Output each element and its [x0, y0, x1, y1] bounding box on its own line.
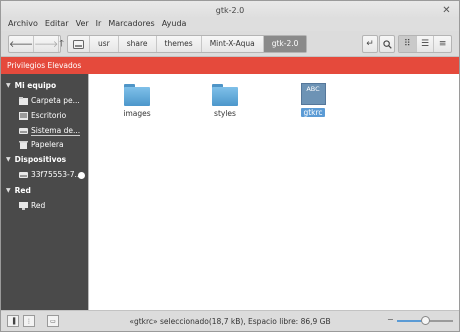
location-toggle-button[interactable]: ↵ — [362, 35, 378, 53]
file-manager-window: gtk-2.0 ✕ Archivo Editar Ver Ir Marcador… — [0, 0, 460, 332]
folder-icon — [212, 84, 238, 106]
sidebar-item-red[interactable]: Red — [19, 201, 45, 210]
drive-icon — [73, 39, 84, 49]
trash-icon — [19, 140, 28, 149]
file-item-gtkrc[interactable]: ABC gtkrc — [283, 83, 343, 117]
window-title: gtk-2.0 — [215, 6, 245, 15]
expand-triangle-icon: ▼ — [6, 82, 11, 89]
breadcrumb-usr[interactable]: usr — [90, 36, 119, 52]
sidebar-item-label: Sistema de... — [31, 126, 81, 136]
elevated-privileges-banner: Privilegios Elevados — [1, 57, 459, 74]
text-document-icon: ABC — [300, 83, 326, 105]
up-arrow-icon: 🡑 — [59, 39, 64, 49]
file-item-styles[interactable]: styles — [195, 84, 255, 118]
file-view[interactable]: images styles ABC gtkrc — [88, 74, 459, 310]
breadcrumb-gtk-2[interactable]: gtk-2.0 — [263, 36, 307, 52]
sidebar-item-papelera[interactable]: Papelera — [19, 140, 64, 149]
file-item-images[interactable]: images — [107, 84, 167, 118]
toggle-location-icon: ↵ — [366, 39, 374, 49]
breadcrumb-themes[interactable]: themes — [157, 36, 202, 52]
drive-icon — [19, 171, 28, 178]
folder-icon — [124, 84, 150, 106]
drive-icon — [19, 128, 28, 134]
menu-editar[interactable]: Editar — [45, 17, 69, 31]
zoom-slider-handle[interactable] — [420, 316, 430, 325]
home-folder-icon — [19, 96, 28, 105]
back-arrow-icon: 🡐 — [9, 39, 34, 50]
forward-button[interactable]: 🡒 — [34, 36, 60, 52]
sidebar-item-sistema-de-archivos[interactable]: Sistema de... — [19, 126, 81, 136]
menu-archivo[interactable]: Archivo — [8, 17, 38, 31]
breadcrumb: usr share themes Mint-X-Aqua gtk-2.0 — [67, 35, 308, 53]
breadcrumb-root[interactable] — [68, 36, 90, 52]
menu-ayuda[interactable]: Ayuda — [162, 17, 187, 31]
forward-arrow-icon: 🡒 — [34, 39, 59, 50]
sidebar-section-dispositivos[interactable]: ▼ Dispositivos — [6, 155, 66, 164]
sidebar-section-title: Dispositivos — [14, 155, 67, 164]
sidebar-item-label: Red — [31, 201, 46, 210]
sidebar-item-device[interactable]: 33f75553-7... — [19, 170, 82, 179]
menu-marcadores[interactable]: Marcadores — [108, 17, 154, 31]
sidebar-item-label: 33f75553-7... — [31, 170, 82, 179]
breadcrumb-share[interactable]: share — [119, 36, 157, 52]
grid-icon: ⠿ — [404, 39, 411, 49]
list-view-button[interactable]: ☰ — [417, 36, 435, 52]
sidebar-section-red[interactable]: ▼ Red — [6, 186, 31, 195]
sidebar-section-title: Mi equipo — [14, 81, 57, 90]
icon-view-button[interactable]: ⠿ — [399, 36, 417, 52]
close-icon[interactable]: ✕ — [440, 4, 453, 17]
menu-ver[interactable]: Ver — [76, 17, 89, 31]
compact-view-button[interactable]: ≡ — [434, 36, 451, 52]
navigation-buttons: 🡐 🡒 🡑 — [8, 35, 64, 53]
toolbar: 🡐 🡒 🡑 usr share themes Mint-X-Aqua gtk-2… — [1, 31, 459, 57]
zoom-out-icon[interactable]: − — [387, 315, 394, 324]
sidebar-section-title: Red — [14, 186, 31, 195]
expand-triangle-icon: ▼ — [6, 187, 11, 194]
sidebar-item-label: Carpeta pe... — [31, 96, 80, 105]
network-icon — [19, 201, 28, 210]
compact-list-icon: ≡ — [438, 39, 447, 49]
up-button[interactable]: 🡑 — [59, 36, 64, 52]
view-mode-buttons: ⠿ ☰ ≡ — [398, 35, 452, 53]
file-name: images — [123, 109, 151, 118]
menu-bar: Archivo Editar Ver Ir Marcadores Ayuda — [1, 17, 459, 31]
sidebar-item-label: Papelera — [31, 140, 64, 149]
document-icon-label: ABC — [306, 85, 320, 93]
desktop-icon — [19, 111, 28, 120]
file-name: styles — [214, 109, 236, 118]
sidebar-item-escritorio[interactable]: Escritorio — [19, 111, 66, 120]
sidebar: ▼ Mi equipo Carpeta pe... Escritorio Sis… — [1, 74, 88, 310]
file-name: gtkrc — [301, 108, 325, 117]
eject-icon[interactable] — [78, 172, 85, 179]
sidebar-item-label: Escritorio — [31, 111, 67, 120]
menu-ir[interactable]: Ir — [96, 17, 102, 31]
sidebar-section-mi-equipo[interactable]: ▼ Mi equipo — [6, 81, 56, 90]
sidebar-item-carpeta-personal[interactable]: Carpeta pe... — [19, 96, 80, 105]
zoom-slider[interactable] — [397, 316, 453, 325]
breadcrumb-mint-x-aqua[interactable]: Mint-X-Aqua — [202, 36, 264, 52]
expand-triangle-icon: ▼ — [6, 156, 11, 163]
list-icon: ☰ — [420, 39, 430, 49]
status-bar: ▐ ⋮ ▭ «gtkrc» seleccionado(18,7 kB), Esp… — [1, 310, 459, 331]
search-button[interactable] — [379, 35, 395, 53]
back-button[interactable]: 🡐 — [9, 36, 35, 52]
search-icon — [382, 39, 392, 49]
